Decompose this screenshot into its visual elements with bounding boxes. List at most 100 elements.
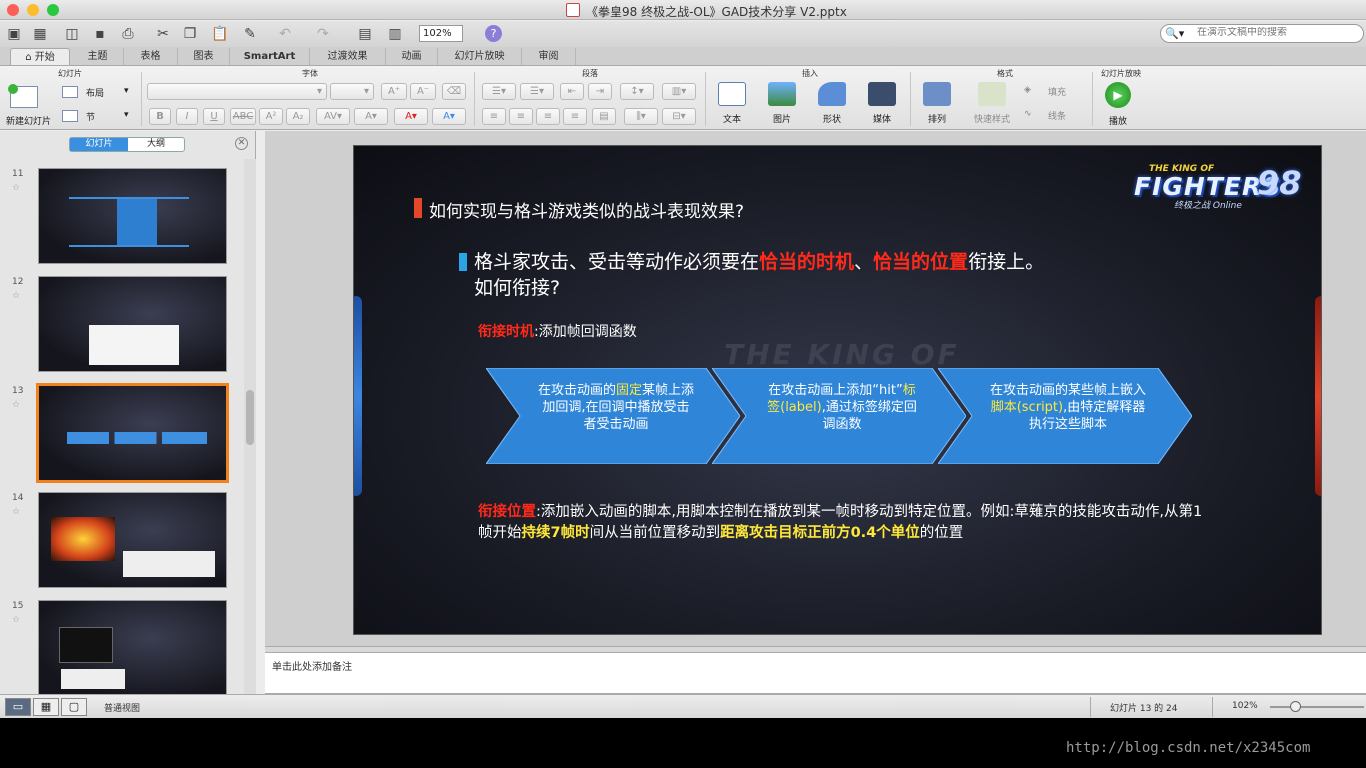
slide-thumbnail[interactable]	[38, 492, 227, 588]
fill-label: 填充	[1048, 88, 1067, 98]
paste-icon[interactable]: 📋	[210, 24, 230, 44]
numbering-button[interactable]: ☰▾	[520, 83, 554, 100]
zoom-slider[interactable]	[1270, 706, 1364, 708]
chevron-step-3-text: 在攻击动画的某些帧上嵌入脚本(script),由特定解释器执行这些脚本	[989, 383, 1146, 432]
line-button[interactable]: ∿ 线条	[1024, 108, 1084, 124]
clear-format-button[interactable]: ⌫	[442, 83, 466, 100]
text-effects-button[interactable]: A▾	[354, 108, 388, 125]
insert-shape-button[interactable]: 形状	[812, 74, 852, 130]
zoom-slider-handle[interactable]	[1290, 701, 1301, 712]
tab-slides[interactable]: 幻灯片	[70, 138, 128, 151]
align-text-button[interactable]: ⊟▾	[662, 108, 696, 125]
main-point: 格斗家攻击、受击等动作必须要在恰当的时机、恰当的位置衔接上。 如何衔接?	[474, 249, 1194, 301]
tab-slide-show[interactable]: 幻灯片放映	[438, 48, 522, 65]
fill-bucket-icon: ◈	[1024, 85, 1031, 95]
layout-button[interactable]: 布局 ▾	[62, 84, 134, 102]
align-center-button[interactable]: ≡	[509, 108, 533, 125]
open-icon[interactable]: ◫	[62, 24, 82, 44]
thumbnail-scrollbar[interactable]	[244, 159, 256, 694]
play-button[interactable]: ▶ 播放	[1098, 74, 1138, 130]
tab-tables[interactable]: 表格	[124, 48, 178, 65]
italic-button[interactable]: I	[176, 108, 198, 125]
tab-review[interactable]: 审阅	[522, 48, 576, 65]
tab-smartart[interactable]: SmartArt	[230, 48, 310, 65]
increase-indent-button[interactable]: ⇥	[588, 83, 612, 100]
search-box[interactable]: 🔍▾	[1160, 24, 1364, 43]
thumbnail-list: 11 ☆ 12 ☆ 13 ☆ 14 ☆ 15 ☆	[0, 159, 244, 694]
text-direction-button[interactable]: ⫼▾	[624, 108, 658, 125]
slide-number: 13	[12, 386, 24, 396]
bullets-button[interactable]: ☰▾	[482, 83, 516, 100]
distributed-button[interactable]: ▤	[592, 108, 616, 125]
align-right-button[interactable]: ≡	[536, 108, 560, 125]
normal-view-button[interactable]: ▭	[5, 698, 31, 716]
scrollbar-thumb[interactable]	[246, 390, 254, 445]
search-input[interactable]	[1197, 27, 1357, 38]
tab-themes[interactable]: 主题	[72, 48, 124, 65]
arrange-button[interactable]: 排列	[917, 74, 957, 130]
slide-thumbnail[interactable]	[38, 168, 227, 264]
close-pane-icon[interactable]: ✕	[235, 137, 248, 150]
notes-splitter[interactable]	[265, 646, 1366, 653]
line-icon: ∿	[1024, 109, 1032, 119]
subscript-button[interactable]: A₂	[286, 108, 310, 125]
tab-charts[interactable]: 图表	[178, 48, 230, 65]
section-button[interactable]: 节 ▾	[62, 108, 134, 126]
font-color-button[interactable]: A▾	[394, 108, 428, 125]
format-painter-icon[interactable]: ✎	[240, 24, 260, 44]
slide-sorter-button[interactable]: ▦	[33, 698, 59, 716]
shrink-font-button[interactable]: A⁻	[410, 83, 436, 100]
undo-icon[interactable]: ↶	[275, 24, 295, 44]
tab-home[interactable]: ⌂ 开始	[10, 48, 70, 65]
new-slide-button[interactable]: 新建幻灯片	[4, 84, 56, 128]
notes-placeholder[interactable]: 单击此处添加备注	[272, 658, 352, 673]
zoom-select[interactable]: 102%	[419, 25, 463, 42]
timing-line: 衔接时机:添加帧回调函数	[478, 321, 637, 341]
copy-icon[interactable]: ❐	[180, 24, 200, 44]
zoom-window-button[interactable]	[47, 4, 59, 16]
ribbon: 幻灯片 新建幻灯片 布局 ▾ 节 ▾ 字体 ▾ ▾ A⁺ A⁻ ⌫ B I U …	[0, 66, 1366, 130]
close-window-button[interactable]	[7, 4, 19, 16]
tab-transitions[interactable]: 过渡效果	[310, 48, 386, 65]
character-spacing-button[interactable]: AV▾	[316, 108, 350, 125]
redo-icon[interactable]: ↷	[313, 24, 333, 44]
bold-button[interactable]: B	[149, 108, 171, 125]
tab-outline[interactable]: 大纲	[128, 138, 184, 151]
font-size-select[interactable]: ▾	[330, 83, 374, 100]
arrange-icon	[923, 82, 951, 106]
slide-thumbnail[interactable]	[38, 600, 227, 694]
search-icon[interactable]: 🔍▾	[1165, 25, 1184, 42]
insert-picture-button[interactable]: 图片	[762, 74, 802, 130]
font-name-select[interactable]: ▾	[147, 83, 327, 100]
insert-text-button[interactable]: 文本	[712, 74, 752, 130]
view-icon[interactable]: ▥	[385, 24, 405, 44]
template-icon[interactable]: ▦	[30, 24, 50, 44]
insert-media-button[interactable]: 媒体	[862, 74, 902, 130]
fill-button[interactable]: ◈ 填充	[1024, 84, 1084, 100]
logo-number: 98	[1257, 164, 1302, 202]
help-icon[interactable]: ?	[485, 25, 502, 42]
align-left-button[interactable]: ≡	[482, 108, 506, 125]
tab-animations[interactable]: 动画	[386, 48, 438, 65]
new-icon[interactable]: ▣	[4, 24, 24, 44]
justify-button[interactable]: ≡	[563, 108, 587, 125]
cut-icon[interactable]: ✂	[153, 24, 173, 44]
slide-thumbnail[interactable]	[38, 276, 227, 372]
superscript-button[interactable]: A²	[259, 108, 283, 125]
line-spacing-button[interactable]: ↕▾	[620, 83, 654, 100]
grow-font-button[interactable]: A⁺	[381, 83, 407, 100]
slide-show-icon[interactable]: ▤	[355, 24, 375, 44]
quick-styles-button[interactable]: 快速样式	[968, 74, 1016, 130]
minimize-window-button[interactable]	[27, 4, 39, 16]
strikethrough-button[interactable]: ABC	[230, 108, 256, 125]
notes-pane[interactable]: 单击此处添加备注	[265, 653, 1366, 694]
slide-thumbnail-selected[interactable]	[36, 383, 229, 483]
columns-button[interactable]: ▥▾	[662, 83, 696, 100]
current-slide[interactable]: THE KING OF THE KING OF FIGHTERS 98 终极之战…	[353, 145, 1322, 635]
print-icon[interactable]: ⎙	[118, 24, 138, 44]
underline-button[interactable]: U	[203, 108, 225, 125]
save-icon[interactable]: ▪	[90, 24, 110, 44]
presenter-view-button[interactable]: ▢	[61, 698, 87, 716]
highlight-button[interactable]: A▾	[432, 108, 466, 125]
decrease-indent-button[interactable]: ⇤	[560, 83, 584, 100]
